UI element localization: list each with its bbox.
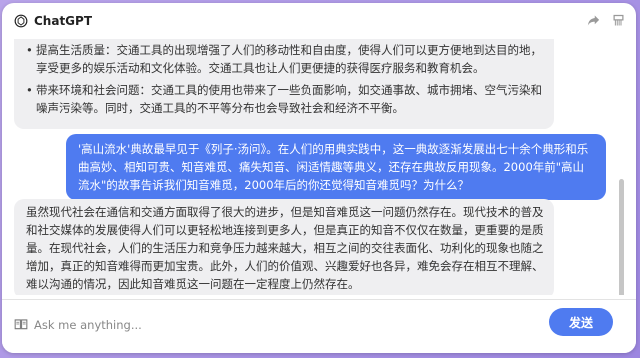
list-item: 带来环境和社会问题：交通工具的使用也带来了一些负面影响，如交通事故、城市拥堵、空… [26,81,542,117]
user-message: '高山流水'典故最早见于《列子·汤问》。在人们的用典实践中，这一典故逐渐发展出七… [66,134,606,200]
book-icon[interactable] [14,317,28,331]
app-title: ChatGPT [34,14,93,28]
chat-area[interactable]: 提高生活质量：交通工具的出现增强了人们的移动性和自由度，使得人们可以更方便地到达… [2,39,627,295]
app-window: ChatGPT 提高生活质量：交通工具的出现增强了人们的移动性和自由度，使得人们… [2,3,636,353]
input-bar: 发送 [2,299,636,353]
title-actions [586,13,626,28]
list-item: 提高生活质量：交通工具的出现增强了人们的移动性和自由度，使得人们可以更方便地到达… [26,41,542,77]
chat-scrollbar[interactable] [619,179,624,295]
assistant-message: 虽然现代社会在通信和交通方面取得了很大的进步，但是知音难觅这一问题仍然存在。现代… [14,199,554,295]
brush-icon[interactable] [611,13,626,28]
send-button[interactable]: 发送 [549,308,613,336]
assistant-message: 提高生活质量：交通工具的出现增强了人们的移动性和自由度，使得人们可以更方便地到达… [14,39,554,129]
share-icon[interactable] [586,13,601,28]
bullet-list: 提高生活质量：交通工具的出现增强了人们的移动性和自由度，使得人们可以更方便地到达… [26,41,542,117]
chat-input[interactable] [34,314,514,336]
title-bar: ChatGPT [2,3,636,39]
chatgpt-logo-icon [14,14,28,28]
